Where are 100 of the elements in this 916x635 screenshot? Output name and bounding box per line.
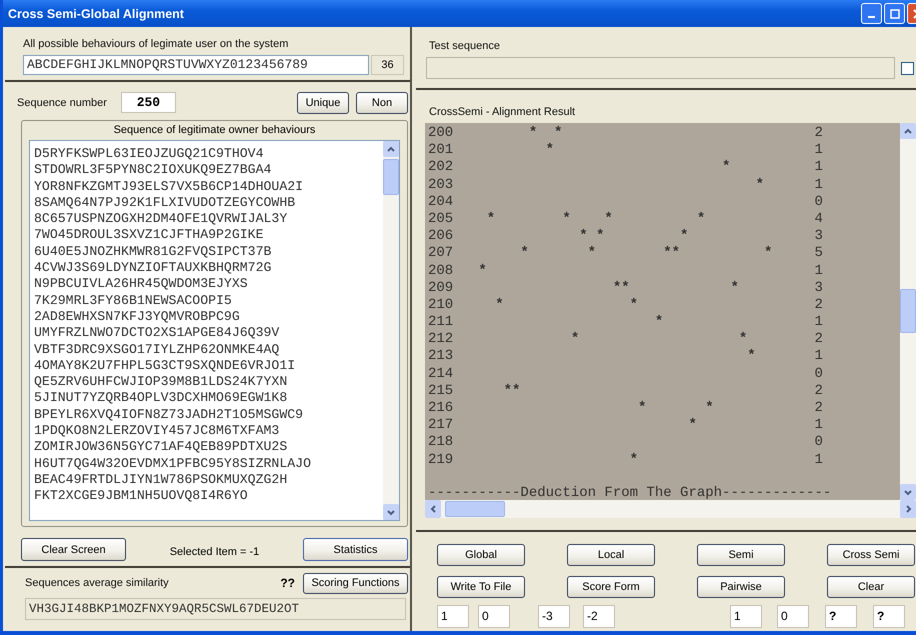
- score-field[interactable]: -3: [538, 605, 570, 628]
- vertical-scrollbar[interactable]: [383, 141, 399, 520]
- row-number: 216: [428, 400, 454, 418]
- list-item[interactable]: UMYFRZLNWO7DCTO2XS1APGE84J6Q39V: [34, 325, 383, 342]
- row-number: 217: [428, 417, 454, 434]
- list-item[interactable]: 8C657USPNZOGXH2DM4OFE1QVRWIJAL3Y: [34, 211, 383, 228]
- field-label: Sequences average similarity: [25, 577, 169, 589]
- alignment-marks: *: [654, 314, 664, 332]
- list-item[interactable]: VBTF3DRC9XSGO17IYLZHP62ONMKE4AQ: [34, 342, 383, 358]
- match-count: 1: [814, 176, 824, 194]
- scrollbar-thumb[interactable]: [445, 501, 505, 517]
- row-number: 204: [428, 194, 454, 211]
- sequence-number-field[interactable]: 250: [120, 92, 176, 113]
- alignment-marks: *: [687, 417, 698, 434]
- list-item[interactable]: 4OMAY8K2U7FHPL5G3CT9SXQNDE6VRJO1I: [34, 358, 383, 374]
- alignment-marks: * * *: [578, 228, 690, 246]
- score-field[interactable]: ?: [873, 605, 905, 628]
- algorithm-button[interactable]: Cross Semi: [827, 544, 915, 566]
- score-field[interactable]: 1: [730, 605, 762, 628]
- list-item[interactable]: 7K29MRL3FY86B1NEWSACOOPI5: [34, 292, 383, 309]
- list-item[interactable]: QE5ZRV6UHFCWJIOP39M8B1LDS24K7YXN: [34, 374, 383, 390]
- row-number: 218: [428, 434, 454, 452]
- list-item[interactable]: FKT2XCGE9JBM1NH5UOVQ8I4R6YO: [34, 488, 383, 505]
- list-item[interactable]: 4CVWJ3S69LDYNZIOFTAUXKBHQRM72G: [34, 260, 383, 276]
- alignment-marks: *: [746, 348, 757, 366]
- deduction-heading: -----------Deduction From The Graph-------------: [428, 484, 832, 500]
- field-label: Test sequence: [429, 40, 501, 52]
- score-field[interactable]: 1: [437, 605, 469, 628]
- algorithm-button[interactable]: Clear: [827, 576, 915, 598]
- horizontal-scrollbar[interactable]: [425, 500, 916, 518]
- clear-screen-button[interactable]: Clear Screen: [21, 538, 126, 561]
- row-number: 201: [428, 142, 454, 160]
- algorithm-button[interactable]: Write To File: [437, 576, 525, 598]
- score-field[interactable]: ?: [825, 605, 857, 628]
- alignment-marks: * * * *: [486, 210, 706, 228]
- row-number: 219: [428, 452, 454, 469]
- row-number: 206: [428, 228, 454, 246]
- row-number: 210: [428, 296, 454, 314]
- scroll-left-icon[interactable]: [428, 504, 438, 514]
- list-item[interactable]: 8SAMQ64N7PJ92K1FLXIVUDOTZEGYCOWHB: [34, 194, 383, 212]
- toggle-button[interactable]: Unique: [297, 92, 349, 114]
- scrollbar-thumb[interactable]: [900, 289, 916, 333]
- alphabet-field[interactable]: ABCDEFGHIJKLMNOPQRSTUVWXYZ0123456789: [23, 55, 369, 75]
- algorithm-button[interactable]: Local: [567, 544, 655, 566]
- algorithm-button[interactable]: Pairwise: [697, 576, 785, 598]
- list-item[interactable]: H6UT7QG4W32OEVDMX1PFBC95Y8SIZRNLAJO: [34, 456, 383, 472]
- list-item[interactable]: ZOMIRJOW36N5GYC71AF4QEB89PDTXU2S: [34, 439, 383, 456]
- list-item[interactable]: 2AD8EWHXSN7KFJ3YQMVROBPC9G: [34, 308, 383, 326]
- row-number: 202: [428, 159, 454, 177]
- window-title: Cross Semi-Global Alignment: [8, 6, 185, 20]
- toggle-button[interactable]: Non: [356, 92, 408, 114]
- test-sequence-field[interactable]: [426, 57, 895, 79]
- match-count: 2: [814, 331, 824, 348]
- alignment-marks: *: [544, 142, 556, 160]
- scroll-up-icon[interactable]: [386, 144, 396, 154]
- algorithm-button[interactable]: Global: [437, 544, 525, 566]
- list-item[interactable]: 1PDQKO8N2LERZOVIY457JC8M6TXFAM3: [34, 423, 383, 440]
- result-title: CrossSemi - Alignment Result: [429, 106, 576, 118]
- match-count: 1: [814, 314, 824, 332]
- algorithm-button[interactable]: Score Form: [567, 576, 655, 598]
- maximize-button[interactable]: [884, 3, 905, 24]
- match-count: 1: [814, 417, 824, 434]
- list-item[interactable]: N9PBCUIVLA26HR45QWDOM3EJYXS: [34, 276, 383, 293]
- list-item[interactable]: D5RYFKSWPL63IEOJZUGQ21C9THOV4: [34, 146, 383, 162]
- match-count: 3: [814, 228, 824, 246]
- score-field[interactable]: 0: [777, 605, 809, 628]
- score-field[interactable]: -2: [583, 605, 615, 628]
- list-item[interactable]: YOR8NFKZGMTJ93ELS7VX5B6CP14DHOUA2I: [34, 178, 383, 195]
- sequence-field[interactable]: VH3GJI48BKP1MOZFNXY9AQR5CSWL67DEU2OT: [25, 598, 406, 620]
- scrollbar-thumb[interactable]: [383, 159, 399, 195]
- match-count: 0: [814, 434, 824, 452]
- selected-item-label: Selected Item = -1: [168, 544, 260, 558]
- match-count: 1: [814, 142, 824, 160]
- row-number: 207: [428, 245, 454, 262]
- list-item[interactable]: 6U40E5JNOZHKMWR81G2FVQSIPCT37B: [34, 244, 383, 260]
- list-item[interactable]: 5JINUT7YZQRB4OPLV3DCXHMO69EGW1K8: [34, 390, 383, 407]
- scroll-up-icon[interactable]: [903, 126, 913, 136]
- algorithm-button[interactable]: Semi: [697, 544, 785, 566]
- minimize-button[interactable]: [861, 3, 882, 24]
- list-item[interactable]: BEAC49FRTDLJIYN1W786PSOKMUXQZG2H: [34, 472, 383, 488]
- match-count: 5: [814, 245, 824, 262]
- row-number: 215: [428, 382, 454, 400]
- checkbox[interactable]: [901, 62, 914, 74]
- list-item[interactable]: 7WO45DROUL3SXVZ1CJFTHA9P2GIKE: [34, 227, 383, 244]
- alignment-marks: * *: [570, 331, 748, 348]
- match-count: 1: [814, 262, 824, 280]
- field-label: All possible behaviours of legimate user on the system: [23, 38, 290, 50]
- list-item[interactable]: BPEYLR6XVQ4IOFN8Z73JADH2T1O5MSGWC9: [34, 406, 383, 424]
- row-number: 214: [428, 366, 454, 383]
- minimize-icon: [868, 16, 875, 18]
- list-item[interactable]: STDOWRL3F5PYN8C2IOXUKQ9EZ7BGA4: [34, 162, 383, 179]
- alignment-marks: ** *: [612, 280, 740, 297]
- vertical-scrollbar[interactable]: [900, 123, 916, 500]
- statistics-button[interactable]: Statistics: [303, 538, 408, 561]
- match-count: 2: [814, 382, 824, 400]
- row-number: 212: [428, 331, 454, 348]
- match-count: 3: [814, 280, 824, 297]
- scoring-functions-button[interactable]: Scoring Functions: [303, 572, 408, 594]
- match-count: 2: [814, 296, 824, 314]
- score-field[interactable]: 0: [478, 605, 510, 628]
